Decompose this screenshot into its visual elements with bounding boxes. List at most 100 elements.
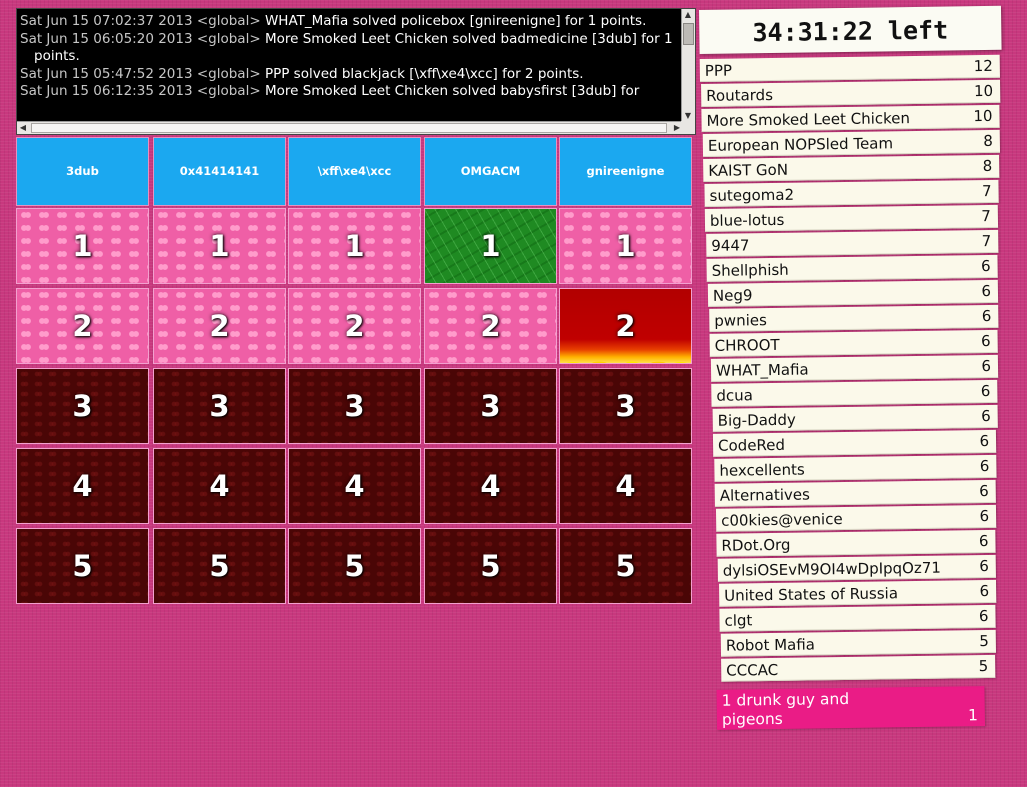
team-row: PPP 12 — [699, 54, 1000, 82]
tile-points-label: 1 — [615, 229, 636, 263]
challenge-tile-locked[interactable]: 3 — [424, 368, 557, 444]
tile-points-label: 4 — [615, 469, 636, 503]
log-vertical-scroll-thumb[interactable] — [683, 23, 694, 45]
log-line-meta: Sat Jun 15 05:47:52 2013 <global> — [20, 65, 261, 82]
challenge-tile-locked[interactable]: 5 — [559, 528, 692, 604]
log-vertical-scrollbar[interactable]: ▲ ▼ — [681, 9, 695, 122]
team-points: 6 — [980, 256, 991, 276]
log-horizontal-scrollbar[interactable]: ◀ ▶ — [17, 121, 683, 134]
category-header: OMGACM — [424, 137, 557, 206]
challenge-tile-fire[interactable]: 2 — [559, 288, 692, 364]
team-name: Big-Daddy — [717, 410, 796, 430]
challenge-tile-locked[interactable]: 4 — [16, 448, 149, 524]
tile-points-label: 4 — [72, 469, 93, 503]
challenge-tile-open[interactable]: 2 — [288, 288, 421, 364]
team-points: 8 — [982, 156, 993, 176]
log-line-text: PPP solved blackjack [\xff\xe4\xcc] for … — [264, 65, 584, 82]
tile-points-label: 4 — [209, 469, 230, 503]
category-header: \xff\xe4\xcc — [288, 137, 421, 206]
challenge-tile-locked[interactable]: 4 — [153, 448, 286, 524]
challenge-tile-locked[interactable]: 3 — [288, 368, 421, 444]
team-points: 10 — [973, 81, 994, 101]
challenge-board: 3dub 0x41414141 \xff\xe4\xcc OMGACM gnireeni… — [16, 137, 695, 607]
team-row: c00kies@venice 6 — [715, 504, 997, 532]
team-row: United States of Russia 6 — [719, 579, 997, 607]
challenge-tile-locked[interactable]: 4 — [288, 448, 421, 524]
team-name: Neg9 — [712, 286, 753, 305]
team-points: 6 — [978, 532, 989, 551]
tile-points-label: 2 — [615, 309, 636, 343]
team-points: 6 — [979, 482, 989, 501]
team-name: 9447 — [711, 236, 750, 255]
log-horizontal-scroll-thumb[interactable] — [31, 123, 667, 133]
team-name: hexcellents — [719, 460, 805, 480]
team-points: 12 — [973, 56, 993, 76]
team-row: European NOPSled Team 8 — [702, 129, 1001, 157]
team-row: Routards 10 — [701, 79, 1001, 107]
scoreboard: 34:31:22 left PPP 12 Routards 10 More Smoked… — [699, 5, 1011, 730]
challenge-tile-locked[interactable]: 5 — [424, 528, 557, 604]
log-line: Sat Jun 15 07:02:37 2013 <global> WHAT_M… — [20, 13, 680, 31]
team-points: 6 — [979, 431, 990, 451]
team-points: 7 — [981, 231, 992, 251]
challenge-tile-open[interactable]: 2 — [16, 288, 149, 364]
category-header: gnireenigne — [559, 137, 692, 206]
challenge-tile-open[interactable]: 2 — [424, 288, 557, 364]
tile-points-label: 5 — [480, 549, 501, 583]
team-row: hexcellents 6 — [714, 454, 997, 482]
challenge-tile-solved[interactable]: 1 — [424, 208, 557, 284]
countdown-timer: 34:31:22 left — [699, 5, 1002, 54]
challenge-tile-locked[interactable]: 3 — [153, 368, 286, 444]
team-row: More Smoked Leet Chicken 10 — [701, 104, 1000, 132]
scrollbar-corner — [681, 121, 695, 134]
challenge-tile-locked[interactable]: 4 — [424, 448, 557, 524]
team-points: 6 — [979, 456, 990, 476]
team-name: clgt — [724, 611, 753, 630]
team-points: 6 — [981, 281, 992, 301]
scroll-left-icon[interactable]: ◀ — [17, 122, 29, 134]
team-name: dylsiOSEvM9OI4wDpIpqOz71 — [722, 558, 942, 580]
challenge-tile-locked[interactable]: 3 — [559, 368, 692, 444]
challenge-tile-open[interactable]: 1 — [153, 208, 286, 284]
tile-points-label: 3 — [615, 389, 636, 423]
team-row: CHROOT 6 — [709, 329, 998, 357]
team-name: blue-lotus — [709, 210, 785, 230]
challenge-tile-open[interactable]: 1 — [16, 208, 149, 284]
team-row: Robot Mafia 5 — [720, 629, 997, 657]
tile-points-label: 5 — [615, 549, 636, 583]
team-name: Shellphish — [711, 260, 789, 280]
team-points: 6 — [978, 607, 989, 626]
team-name: United States of Russia — [724, 584, 899, 605]
team-row: Shellphish 6 — [706, 254, 998, 282]
team-name: c00kies@venice — [721, 510, 843, 530]
challenge-tile-open[interactable]: 1 — [559, 208, 692, 284]
team-points: 6 — [981, 356, 992, 376]
team-name: WHAT_Mafia — [715, 360, 809, 380]
event-log[interactable]: Sat Jun 15 07:02:37 2013 <global> WHAT_M… — [16, 8, 696, 135]
challenge-tile-locked[interactable]: 5 — [153, 528, 286, 604]
team-name: CHROOT — [714, 335, 780, 355]
tile-points-label: 2 — [209, 309, 230, 343]
team-row: Big-Daddy 6 — [712, 404, 998, 432]
challenge-tile-locked[interactable]: 5 — [16, 528, 149, 604]
challenge-tile-locked[interactable]: 5 — [288, 528, 421, 604]
log-line-meta: Sat Jun 15 06:12:35 2013 <global> — [20, 83, 261, 100]
challenge-tile-open[interactable]: 1 — [288, 208, 421, 284]
team-points: 6 — [981, 406, 991, 426]
team-name: pwnies — [714, 311, 767, 330]
team-row: Neg9 6 — [707, 279, 999, 307]
challenge-tile-open[interactable]: 2 — [153, 288, 286, 364]
tile-points-label: 3 — [480, 389, 501, 423]
category-header: 3dub — [16, 137, 149, 206]
team-name: CCCAC — [726, 660, 779, 680]
team-name: dcua — [716, 386, 753, 405]
log-line: Sat Jun 15 05:47:52 2013 <global> PPP so… — [20, 66, 680, 84]
challenge-tile-locked[interactable]: 4 — [559, 448, 692, 524]
team-name: CodeRed — [717, 435, 786, 455]
team-name: Robot Mafia — [725, 635, 816, 655]
tile-points-label: 3 — [209, 389, 230, 423]
category-header: 0x41414141 — [153, 137, 286, 206]
scroll-up-icon[interactable]: ▲ — [682, 9, 694, 21]
team-points: 5 — [979, 632, 989, 651]
challenge-tile-locked[interactable]: 3 — [16, 368, 149, 444]
